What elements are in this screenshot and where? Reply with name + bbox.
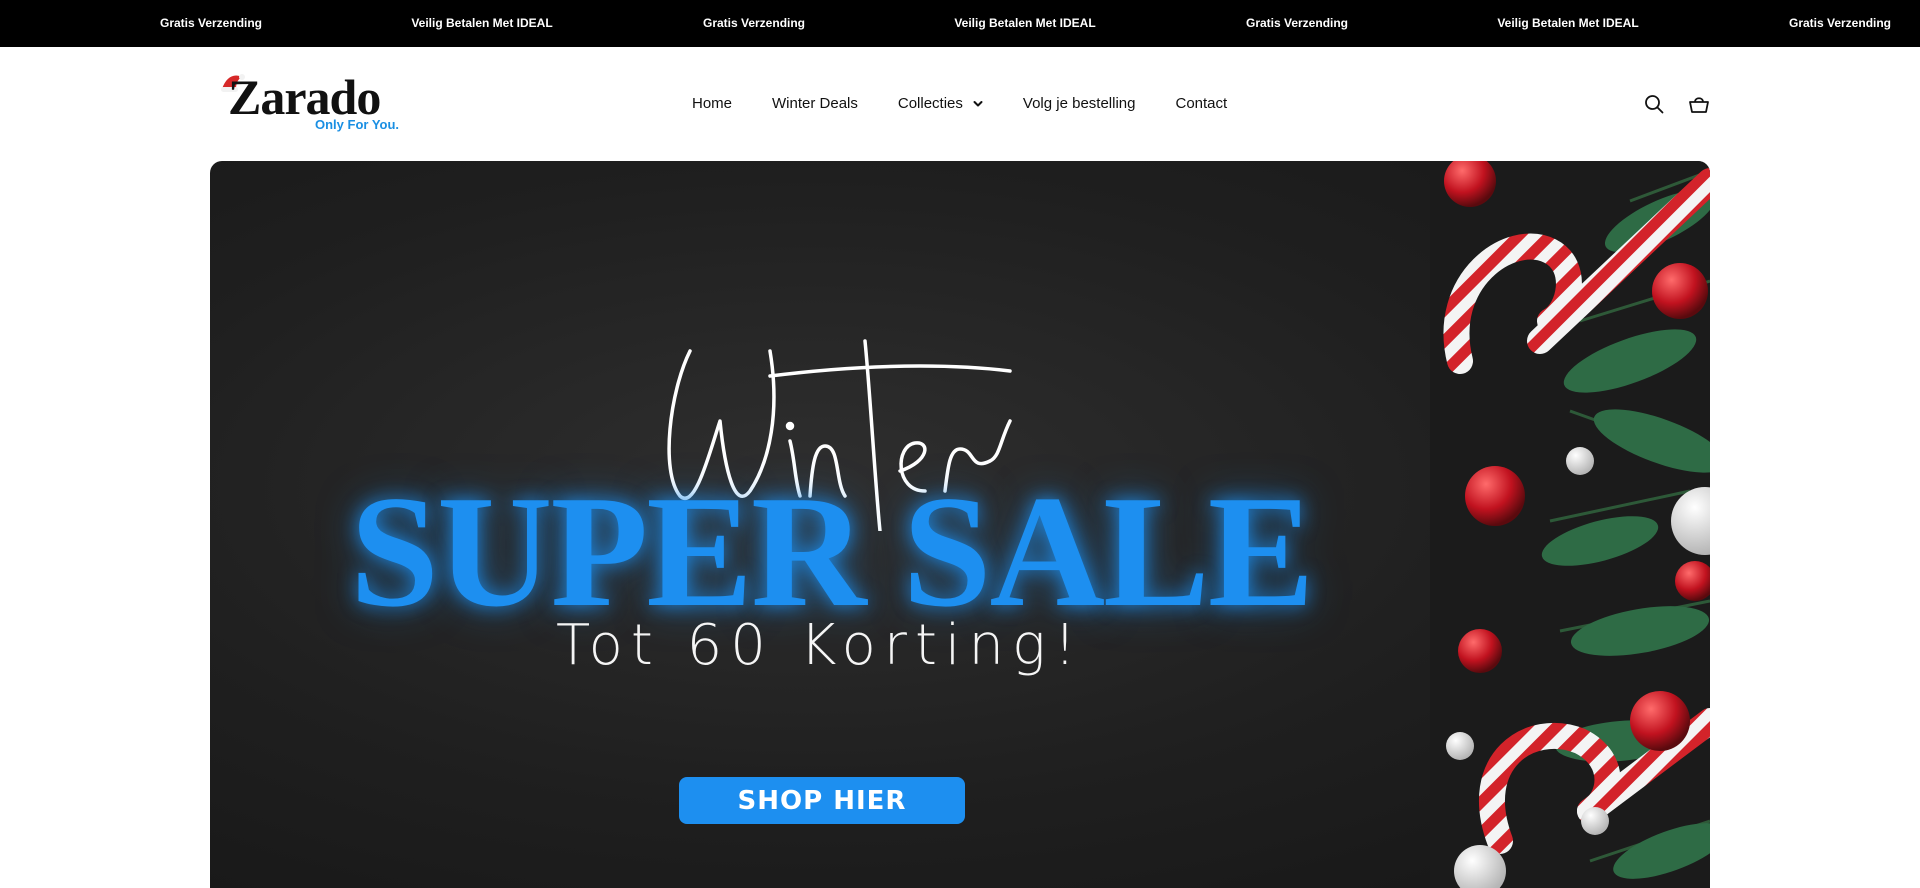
main-nav: Home Winter Deals Collecties Volg je bes… <box>692 47 1267 160</box>
hero-subheadline: Tot 60 Korting! <box>555 613 1085 678</box>
announcement-item: Gratis Verzending <box>702 16 806 30</box>
nav-winter-deals-label: Winter Deals <box>772 95 858 112</box>
nav-contact-label: Contact <box>1175 95 1228 112</box>
announcement-item: Veilig Betalen Met IDEAL <box>411 16 553 30</box>
nav-home[interactable]: Home <box>692 95 732 112</box>
hero-banner[interactable]: SUPER SALE Tot 60 Korting! SHOP HIER <box>210 161 1710 888</box>
announcement-item: Gratis Verzending <box>1245 16 1349 30</box>
nav-contact[interactable]: Contact <box>1176 95 1228 112</box>
announcement-bar: Gratis Verzending Veilig Betalen Met IDEA… <box>0 0 1920 47</box>
nav-home-label: Home <box>692 95 733 112</box>
nav-collecties-label: Collecties <box>897 95 963 112</box>
nav-collecties[interactable]: Collecties <box>898 95 983 112</box>
nav-volg-je-bestelling[interactable]: Volg je bestelling <box>1023 95 1136 112</box>
logo[interactable]: Zarado Only For You. <box>220 69 400 133</box>
nav-volg-label: Volg je bestelling <box>1022 95 1136 112</box>
chevron-down-icon <box>973 100 983 106</box>
site-header: Zarado Only For You. Home Winter Deals C… <box>0 47 1920 160</box>
announcement-item: Gratis Verzending <box>1788 16 1892 30</box>
logo-tagline: Only For You. <box>315 117 400 132</box>
hero-headline: SUPER SALE <box>350 462 1315 640</box>
announcement-item: Gratis Verzending <box>159 16 263 30</box>
header-icons <box>1620 47 1710 160</box>
nav-winter-deals[interactable]: Winter Deals <box>772 95 858 112</box>
search-icon[interactable] <box>1643 93 1665 115</box>
announcement-item: Veilig Betalen Met IDEAL <box>954 16 1096 30</box>
announcement-item: Veilig Betalen Met IDEAL <box>1497 16 1639 30</box>
cart-icon[interactable] <box>1688 93 1710 115</box>
shop-hier-button[interactable]: SHOP HIER <box>679 777 965 824</box>
christmas-decoration-image <box>1430 161 1710 888</box>
